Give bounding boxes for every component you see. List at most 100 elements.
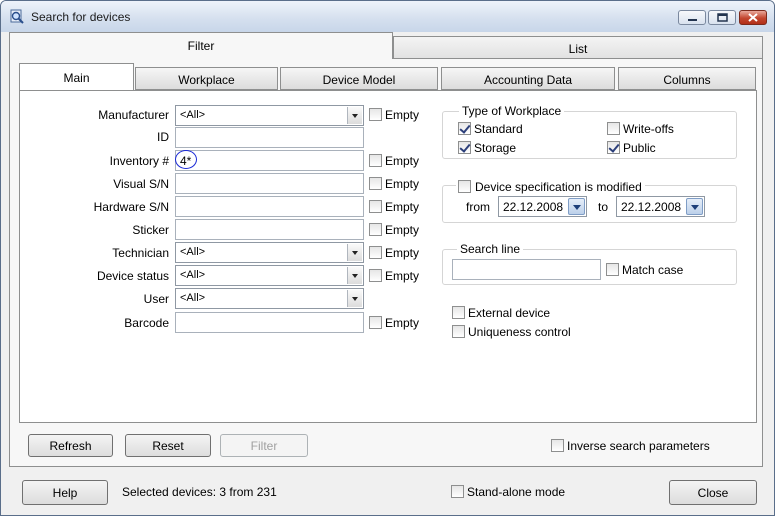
chevron-down-icon[interactable] — [347, 267, 362, 284]
close-window-button[interactable] — [739, 10, 767, 25]
inventory-field[interactable]: 4* — [175, 150, 364, 171]
technician-empty-label: Empty — [385, 246, 420, 260]
title-bar[interactable]: Search for devices — [1, 1, 774, 32]
maximize-button[interactable] — [708, 10, 736, 25]
tab-list[interactable]: List — [393, 36, 763, 59]
visual-sn-field[interactable] — [175, 173, 364, 194]
tab-filter-label: Filter — [187, 39, 215, 53]
from-label: from — [466, 200, 490, 214]
minimize-button[interactable] — [678, 10, 706, 25]
tab-main-label: Main — [63, 71, 90, 85]
barcode-field[interactable] — [175, 312, 364, 333]
search-line-input[interactable] — [452, 259, 601, 280]
tab-accounting-data[interactable]: Accounting Data — [441, 67, 615, 90]
visual-sn-empty-checkbox[interactable] — [369, 177, 382, 190]
standalone-mode-checkbox[interactable] — [451, 485, 464, 498]
technician-select[interactable]: <All> — [175, 242, 364, 263]
sticker-empty-label: Empty — [385, 223, 420, 237]
inventory-empty-label: Empty — [385, 154, 420, 168]
tab-main[interactable]: Main — [19, 63, 134, 91]
public-checkbox[interactable] — [607, 141, 620, 154]
id-field[interactable] — [175, 127, 364, 148]
tab-device-model[interactable]: Device Model — [280, 67, 438, 90]
user-label: User — [143, 292, 169, 306]
reset-label: Reset — [152, 439, 184, 453]
search-devices-window: Search for devices Filter List Main Work… — [0, 0, 775, 516]
chevron-down-icon[interactable] — [568, 198, 585, 215]
close-icon — [748, 13, 758, 22]
external-device-checkbox[interactable] — [452, 306, 465, 319]
inventory-label: Inventory # — [109, 154, 169, 168]
match-case-checkbox[interactable] — [606, 263, 619, 276]
storage-checkbox[interactable] — [458, 141, 471, 154]
maximize-icon — [717, 13, 728, 22]
chevron-down-icon[interactable] — [347, 107, 362, 124]
uniqueness-control-label: Uniqueness control — [468, 325, 571, 339]
tab-device-model-label: Device Model — [322, 73, 396, 87]
minimize-icon — [688, 19, 697, 21]
device-spec-checkbox[interactable] — [458, 180, 471, 193]
technician-label: Technician — [112, 246, 169, 260]
tab-workplace[interactable]: Workplace — [135, 67, 278, 90]
device-status-empty-checkbox[interactable] — [369, 269, 382, 282]
sticker-field[interactable] — [175, 219, 364, 240]
from-date-value: 22.12.2008 — [503, 200, 564, 214]
manufacturer-empty-label: Empty — [385, 108, 420, 122]
manufacturer-select[interactable]: <All> — [175, 105, 364, 126]
hardware-sn-label: Hardware S/N — [93, 200, 169, 214]
uniqueness-control-checkbox[interactable] — [452, 325, 465, 338]
barcode-empty-checkbox[interactable] — [369, 316, 382, 329]
user-value: <All> — [180, 292, 206, 304]
external-device-label: External device — [468, 306, 551, 320]
chevron-down-icon[interactable] — [347, 244, 362, 261]
standalone-mode-label: Stand-alone mode — [467, 485, 566, 499]
filter-label: Filter — [250, 439, 278, 453]
standard-checkbox[interactable] — [458, 122, 471, 135]
write-offs-checkbox[interactable] — [607, 122, 620, 135]
device-status-label: Device status — [96, 269, 169, 283]
sticker-empty-checkbox[interactable] — [369, 223, 382, 236]
device-status-select[interactable]: <All> — [175, 265, 364, 286]
device-status-value: <All> — [180, 269, 206, 281]
help-label: Help — [52, 486, 78, 500]
sticker-label: Sticker — [132, 223, 169, 237]
close-label: Close — [697, 486, 729, 500]
manufacturer-empty-checkbox[interactable] — [369, 108, 382, 121]
status-text: Selected devices: 3 from 231 — [122, 485, 277, 499]
tab-columns[interactable]: Columns — [618, 67, 756, 90]
manufacturer-label: Manufacturer — [98, 108, 169, 122]
type-of-workplace-title: Type of Workplace — [459, 104, 565, 118]
user-select[interactable]: <All> — [175, 288, 364, 309]
public-label: Public — [623, 141, 656, 155]
chevron-down-icon[interactable] — [686, 198, 703, 215]
inverse-search-label: Inverse search parameters — [567, 439, 710, 453]
from-date-picker[interactable]: 22.12.2008 — [498, 196, 587, 217]
tab-filter[interactable]: Filter — [9, 32, 393, 60]
reset-button[interactable]: Reset — [125, 434, 211, 457]
device-spec-title-wrap: Device specification is modified — [456, 178, 645, 194]
hardware-sn-empty-label: Empty — [385, 200, 420, 214]
barcode-label: Barcode — [124, 316, 169, 330]
inventory-empty-checkbox[interactable] — [369, 154, 382, 167]
window-title: Search for devices — [31, 10, 131, 24]
technician-empty-checkbox[interactable] — [369, 246, 382, 259]
close-button[interactable]: Close — [669, 480, 757, 505]
inverse-search-checkbox[interactable] — [551, 439, 564, 452]
to-date-value: 22.12.2008 — [621, 200, 682, 214]
to-date-picker[interactable]: 22.12.2008 — [616, 196, 705, 217]
id-label: ID — [157, 130, 169, 144]
technician-value: <All> — [180, 246, 206, 258]
chevron-down-icon[interactable] — [347, 290, 362, 307]
help-button[interactable]: Help — [22, 480, 108, 505]
hardware-sn-field[interactable] — [175, 196, 364, 217]
highlight-circle — [175, 150, 197, 169]
refresh-button[interactable]: Refresh — [28, 434, 113, 457]
hardware-sn-empty-checkbox[interactable] — [369, 200, 382, 213]
magnifier-app-icon — [10, 9, 24, 24]
search-line-title: Search line — [457, 242, 524, 256]
to-label: to — [598, 200, 609, 214]
visual-sn-empty-label: Empty — [385, 177, 420, 191]
filter-button[interactable]: Filter — [220, 434, 308, 457]
tab-accounting-data-label: Accounting Data — [483, 73, 573, 87]
refresh-label: Refresh — [49, 439, 92, 453]
